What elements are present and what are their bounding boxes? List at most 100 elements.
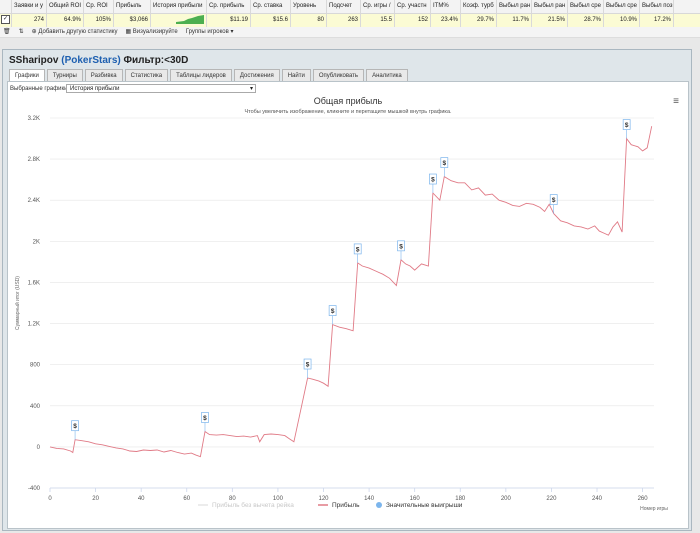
chart-title: Общая прибыль [314, 96, 383, 106]
visualize-label: Визуализируйте [132, 29, 178, 35]
big-win-label: $ [73, 423, 77, 430]
x-tick-label: 120 [319, 496, 330, 502]
big-win-label: $ [625, 122, 629, 129]
stats-header-cell[interactable]: Выбыл сре [568, 0, 604, 13]
big-win-label: $ [331, 308, 335, 315]
stats-value-cell: 28.7% [568, 14, 604, 27]
stats-value-cell: 64.9% [47, 14, 84, 27]
chart-select[interactable]: История прибыли ▾ [66, 84, 256, 93]
stats-value-cell: 21.5% [532, 14, 568, 27]
y-tick-label: 2.4K [28, 198, 40, 204]
stats-table: Заявки и у Общий ROI Ср. ROI Прибыль История… [0, 0, 700, 27]
stats-header-cell[interactable]: Ср. ставка [251, 0, 291, 13]
y-tick-label: 1.2K [28, 322, 40, 328]
stats-header-cell[interactable]: Ср. участн [395, 0, 431, 13]
stats-value-cell: 29.7% [461, 14, 497, 27]
window-title: SSharipov (PokerStars) Фильтр:<30D [9, 55, 188, 66]
big-win-label: $ [431, 177, 435, 184]
y-tick-label: 400 [30, 404, 41, 410]
stats-header-cell[interactable]: Уровень [291, 0, 327, 13]
stats-header-cell[interactable]: Выбыл поз [640, 0, 674, 13]
row-select-header [0, 0, 12, 13]
stats-value-cell [151, 14, 207, 27]
chart-svg[interactable]: Общая прибыль Чтобы увеличить изображение… [12, 94, 684, 522]
stats-value-cell: 15.5 [361, 14, 395, 27]
stats-value-cell: 11.7% [497, 14, 532, 27]
y-tick-label: -400 [28, 486, 41, 492]
stats-value-cell: $15.6 [251, 14, 291, 27]
stats-value-cell: 80 [291, 14, 327, 27]
x-axis-label: Номер игры [640, 506, 668, 512]
stats-header-cell[interactable]: ITM% [431, 0, 461, 13]
add-stat-button[interactable]: ⊕ Добавить другую статистику [32, 27, 118, 37]
x-tick-label: 200 [501, 496, 512, 502]
player-groups-dropdown[interactable]: Группы игроков ▾ [186, 27, 234, 37]
big-win-label: $ [399, 243, 403, 250]
stats-header-cell[interactable]: Подсчет [327, 0, 361, 13]
stats-toolbar: 🗑 ⇅ ⊕ Добавить другую статистику ▦ Визуа… [0, 27, 700, 38]
y-tick-label: 2K [33, 239, 40, 245]
legend-dot-swatch [376, 502, 382, 508]
big-win-label: $ [203, 415, 207, 422]
stats-value-row[interactable]: ✓ 274 64.9% 105% $3,066 $11.19 $15.6 80 263 15.5… [0, 14, 700, 27]
stats-header-cell[interactable]: Ср. прибыль [207, 0, 251, 13]
legend-item[interactable]: Значительные выигрыши [386, 502, 463, 509]
x-tick-label: 40 [138, 496, 145, 502]
y-tick-label: 800 [30, 363, 41, 369]
stats-value-cell: 152 [395, 14, 431, 27]
charts-panel: Выбранные графики: История прибыли ▾ Общ… [7, 81, 689, 529]
stats-header-cell[interactable]: Выбыл ран [497, 0, 532, 13]
stats-value-cell: $11.19 [207, 14, 251, 27]
stats-header-cell[interactable]: Общий ROI [47, 0, 84, 13]
big-win-label: $ [552, 197, 556, 204]
stats-header-cell[interactable]: История прибыли [151, 0, 207, 13]
filter-label: Фильтр:<30D [123, 55, 189, 66]
profit-history-sparkline [176, 15, 204, 25]
x-tick-label: 60 [183, 496, 190, 502]
check-icon[interactable]: ✓ [1, 14, 10, 24]
x-tick-label: 240 [592, 496, 603, 502]
menu-icon[interactable]: ≡ [673, 96, 679, 107]
stats-value-cell: $3,066 [114, 14, 151, 27]
stats-value-cell: 274 [12, 14, 47, 27]
stats-value-cell: 17.2% [640, 14, 674, 27]
selected-charts-label: Выбранные графики: [10, 86, 70, 92]
y-tick-label: 0 [37, 445, 41, 451]
player-window: SSharipov (PokerStars) Фильтр:<30D Графи… [2, 49, 692, 531]
x-tick-label: 220 [546, 496, 557, 502]
stats-header-cell[interactable]: Выбыл сре [604, 0, 640, 13]
stats-value-cell: 105% [84, 14, 114, 27]
y-tick-label: 2.8K [28, 157, 40, 163]
legend-item[interactable]: Прибыль без вычета рейка [212, 501, 294, 509]
export-icon[interactable]: ⇅ [19, 27, 24, 37]
big-win-label: $ [356, 246, 360, 253]
visualize-button[interactable]: ▦ Визуализируйте [125, 27, 177, 37]
delete-icon[interactable]: 🗑 [3, 27, 11, 37]
row-checkbox[interactable]: ✓ [0, 14, 12, 27]
x-tick-label: 140 [364, 496, 375, 502]
stats-value-cell: 263 [327, 14, 361, 27]
stats-header-cell[interactable]: Прибыль [114, 0, 151, 13]
stats-header-cell[interactable]: Ср. ROI [84, 0, 114, 13]
add-stat-label: Добавить другую статистику [38, 29, 118, 35]
stats-value-cell: 23.4% [431, 14, 461, 27]
x-tick-label: 260 [638, 496, 649, 502]
profit-chart[interactable]: Общая прибыль Чтобы увеличить изображение… [12, 94, 684, 522]
x-tick-label: 20 [92, 496, 99, 502]
big-win-label: $ [306, 362, 310, 369]
y-axis-label: Суммарный итог (USD) [14, 276, 21, 330]
chart-select-value: История прибыли [70, 86, 120, 92]
stats-value-cell: 10.9% [604, 14, 640, 27]
big-win-label: $ [442, 160, 446, 167]
player-name: SSharipov [9, 55, 59, 66]
chevron-down-icon: ▾ [249, 86, 253, 92]
stats-header-row: Заявки и у Общий ROI Ср. ROI Прибыль История… [0, 0, 700, 14]
stats-header-cell[interactable]: Ср. игры / [361, 0, 395, 13]
legend-item[interactable]: Прибыль [332, 501, 360, 509]
stats-header-cell[interactable]: Выбыл ран [532, 0, 568, 13]
x-tick-label: 0 [48, 496, 52, 502]
stats-header-cell[interactable]: Коэф. турб [461, 0, 497, 13]
stats-header-cell[interactable]: Заявки и у [12, 0, 47, 13]
y-tick-label: 1.6K [28, 280, 40, 286]
site-link[interactable]: (PokerStars) [61, 55, 120, 66]
